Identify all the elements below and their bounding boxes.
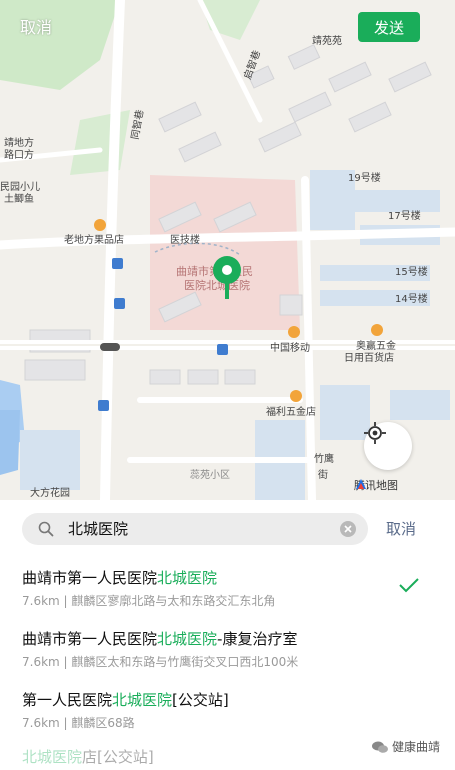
result-subtitle: 7.6km | 麒麟区寥廓北路与太和东路交汇东北角 [22, 594, 276, 608]
list-item-partial[interactable]: 北城医院店[公交站] [22, 746, 154, 767]
map-label: 医技楼 [170, 233, 200, 246]
result-subtitle: 7.6km | 麒麟区太和东路与竹鹰街交叉口西北100米 [22, 655, 299, 669]
result-title: 曲靖市第一人民医院北城医院-康复治疗室 [22, 630, 298, 648]
map-label: 大方花园 [30, 486, 70, 499]
map-label: 靖地方 [4, 136, 34, 149]
search-box[interactable] [22, 513, 368, 545]
map-label: 日用百货店 [344, 351, 394, 364]
search-icon [38, 521, 54, 537]
search-input[interactable] [68, 513, 328, 545]
checkmark-icon [399, 578, 419, 593]
map-label: 中国移动 [270, 341, 310, 354]
result-subtitle: 7.6km | 麒麟区68路 [22, 716, 135, 730]
map-label: 福利五金店 [266, 405, 316, 418]
map-label: 街 [318, 468, 328, 481]
map-label: 奥赢五金 [356, 339, 396, 352]
search-row: 取消 [22, 513, 434, 545]
map-label: 土鲫鱼 [4, 192, 34, 205]
map-label: 路口方 [4, 148, 34, 161]
list-item[interactable]: 第一人民医院北城医院[公交站] 7.6km | 麒麟区68路 [0, 677, 455, 738]
results-list: 曲靖市第一人民医院北城医院 7.6km | 麒麟区寥廓北路与太和东路交汇东北角 … [0, 555, 455, 738]
result-title: 第一人民医院北城医院[公交站] [22, 691, 229, 709]
watermark: 健康曲靖 [372, 738, 440, 755]
crosshair-icon [364, 422, 386, 444]
map-label: 竹鹰 [314, 452, 334, 465]
traffic-light-icon [100, 343, 120, 351]
tencent-map-logo-icon [356, 479, 366, 489]
map-label: 靖苑苑 [312, 34, 342, 47]
map-label: 14号楼 [395, 292, 428, 305]
clear-icon[interactable] [340, 521, 356, 537]
watermark-label: 健康曲靖 [392, 740, 441, 754]
map-label: 蕊苑小区 [190, 468, 230, 481]
locate-me-button[interactable] [364, 422, 412, 470]
map-label: 15号楼 [395, 265, 428, 278]
cancel-button[interactable]: 取消 [20, 14, 52, 38]
map-provider-credit: 腾讯地图 [354, 477, 398, 493]
list-item[interactable]: 曲靖市第一人民医院北城医院 7.6km | 麒麟区寥廓北路与太和东路交汇东北角 [0, 555, 455, 616]
list-item[interactable]: 曲靖市第一人民医院北城医院-康复治疗室 7.6km | 麒麟区太和东路与竹鹰街交… [0, 616, 455, 677]
search-panel: 取消 曲靖市第一人民医院北城医院 7.6km | 麒麟区寥廓北路与太和东路交汇东… [0, 500, 455, 770]
map-label: 医院北城医院 [184, 278, 250, 292]
search-cancel-button[interactable]: 取消 [386, 513, 416, 545]
map-label: 19号楼 [348, 171, 381, 184]
map-view[interactable]: 靖苑苑 启智巷 同智巷 靖地方 路口方 民园小儿 土鲫鱼 老地方果品店 医技楼 … [0, 0, 455, 500]
result-title: 曲靖市第一人民医院北城医院 [22, 569, 218, 587]
map-label: 老地方果品店 [64, 233, 124, 246]
send-button[interactable]: 发送 [358, 12, 420, 42]
wechat-icon [372, 741, 388, 753]
map-label: 17号楼 [388, 209, 421, 222]
water-area [0, 410, 20, 475]
map-label: 民园小儿 [0, 181, 40, 193]
